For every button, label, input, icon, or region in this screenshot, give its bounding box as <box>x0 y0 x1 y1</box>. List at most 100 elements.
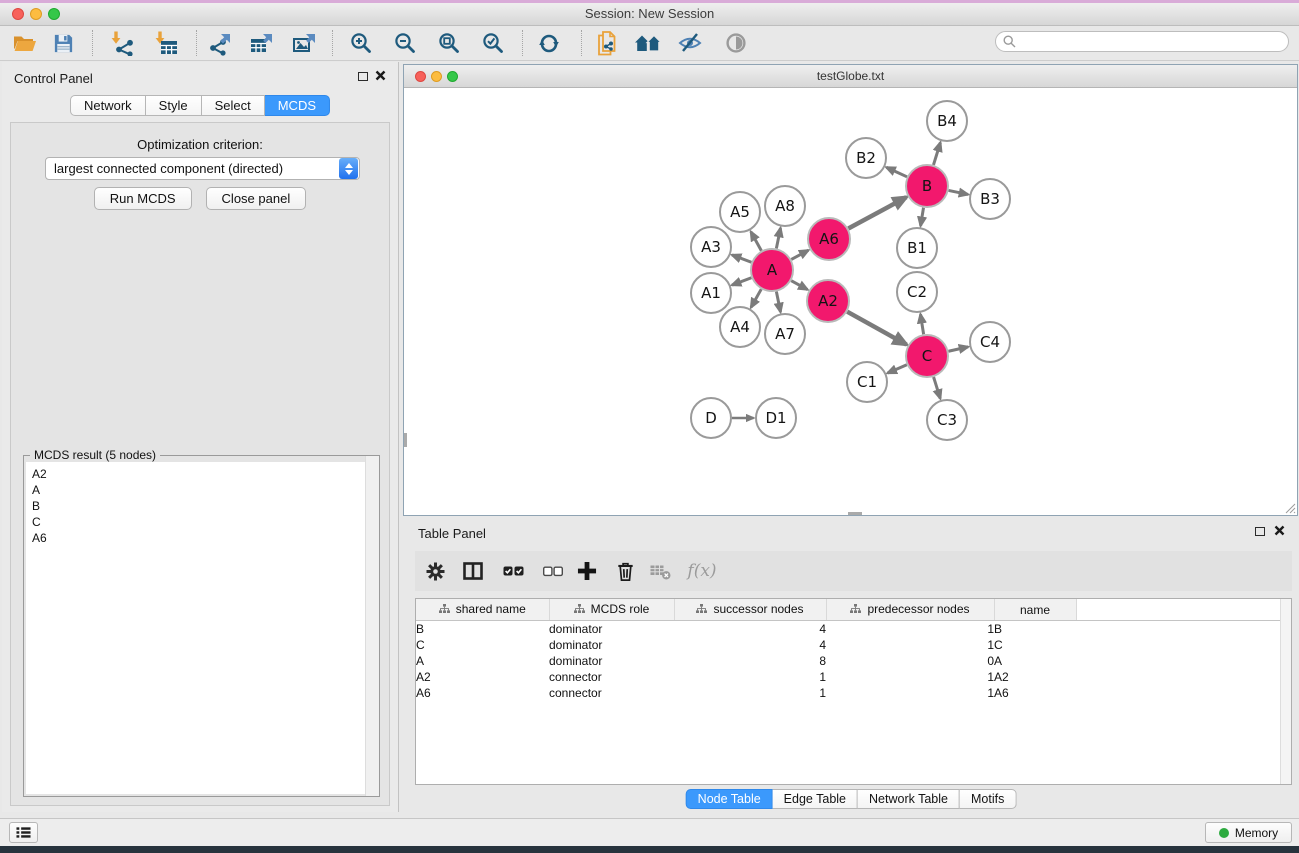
table-row[interactable]: Bdominator41B <box>416 621 1292 638</box>
close-table-panel-icon[interactable] <box>1274 525 1285 536</box>
graph-node-C1[interactable]: C1 <box>847 362 887 402</box>
network-from-selection-icon[interactable] <box>590 28 624 58</box>
graph-node-A7[interactable]: A7 <box>765 314 805 354</box>
graph-node-B[interactable]: B <box>906 165 948 207</box>
network-view[interactable]: B4 B2 B B3 B1 A6A8A5A3 A A1 A2 A4A7 C2 C4 C C1 C3 D D1 <box>404 87 1297 515</box>
export-image-icon[interactable] <box>288 28 322 58</box>
graph-node-A8[interactable]: A8 <box>765 186 805 226</box>
graph-node-C4[interactable]: C4 <box>970 322 1010 362</box>
delete-table-icon[interactable] <box>645 556 675 586</box>
memory-button[interactable]: Memory <box>1205 822 1292 843</box>
table-row[interactable]: Adominator80A <box>416 653 1292 669</box>
graph-edge-A-A5[interactable] <box>751 232 762 251</box>
graph-node-D1[interactable]: D1 <box>756 398 796 438</box>
graph-edge-A-A2[interactable] <box>791 281 807 290</box>
zoom-out-icon[interactable] <box>388 28 422 58</box>
zoom-in-icon[interactable] <box>344 28 378 58</box>
mcds-result-item[interactable]: A <box>26 482 377 498</box>
mcds-result-item[interactable]: A2 <box>26 466 377 482</box>
graph-edge-A-A4[interactable] <box>751 289 761 307</box>
graph-node-C[interactable]: C <box>906 335 948 377</box>
run-mcds-button[interactable]: Run MCDS <box>94 187 192 210</box>
graph-edge-A-A3[interactable] <box>732 255 751 262</box>
mcds-result-item[interactable]: B <box>26 498 377 514</box>
float-panel-icon[interactable] <box>358 72 368 81</box>
export-table-icon[interactable] <box>245 28 279 58</box>
tab-style[interactable]: Style <box>146 95 202 116</box>
graph-edge-A2-C[interactable] <box>847 312 906 345</box>
graph-edge-A-A6[interactable] <box>791 250 808 259</box>
graph-node-A[interactable]: A <box>751 249 793 291</box>
import-table-icon[interactable] <box>149 28 183 58</box>
add-column-icon[interactable] <box>572 556 602 586</box>
graph-edge-C-C1[interactable] <box>888 365 907 373</box>
result-scrollbar[interactable] <box>365 456 379 796</box>
panels-menu-button[interactable] <box>9 822 38 843</box>
resize-grip[interactable] <box>1283 501 1296 514</box>
graph-edge-A-A7[interactable] <box>776 292 780 312</box>
graph-node-A5[interactable]: A5 <box>720 192 760 232</box>
graph-node-A2[interactable]: A2 <box>807 280 849 322</box>
graph-node-A6[interactable]: A6 <box>808 218 850 260</box>
mcds-result-item[interactable]: A6 <box>26 530 377 546</box>
tab-network-table[interactable]: Network Table <box>858 789 960 809</box>
graph-node-A4[interactable]: A4 <box>720 307 760 347</box>
tab-select[interactable]: Select <box>202 95 265 116</box>
column-header-predecessor-nodes[interactable]: predecessor nodes <box>826 599 994 621</box>
graph-edge-B-B1[interactable] <box>921 208 924 226</box>
graph-node-B3[interactable]: B3 <box>970 179 1010 219</box>
show-columns-icon[interactable] <box>458 556 488 586</box>
table-options-icon[interactable] <box>420 556 450 586</box>
close-panel-icon[interactable] <box>375 70 386 81</box>
graph-node-A1[interactable]: A1 <box>691 273 731 313</box>
vertical-scroll-indicator[interactable] <box>404 433 407 447</box>
float-table-panel-icon[interactable] <box>1255 527 1265 536</box>
table-row[interactable]: Cdominator41C <box>416 637 1292 653</box>
tab-motifs[interactable]: Motifs <box>960 789 1016 809</box>
graph-node-C3[interactable]: C3 <box>927 400 967 440</box>
graph-edge-C-C2[interactable] <box>920 314 923 334</box>
mcds-result-item[interactable]: C <box>26 514 377 530</box>
show-graphics-details-icon[interactable] <box>719 28 753 58</box>
tab-node-table[interactable]: Node Table <box>686 789 773 809</box>
graph-node-D[interactable]: D <box>691 398 731 438</box>
column-header-shared-name[interactable]: shared name <box>416 599 549 621</box>
tab-mcds[interactable]: MCDS <box>265 95 330 116</box>
criterion-dropdown[interactable]: largest connected component (directed) <box>45 157 360 180</box>
apply-layout-icon[interactable] <box>532 28 566 58</box>
zoom-fit-icon[interactable] <box>432 28 466 58</box>
function-builder-icon[interactable]: f(x) <box>683 556 721 586</box>
tab-network[interactable]: Network <box>70 95 146 116</box>
graph-node-B4[interactable]: B4 <box>927 101 967 141</box>
deselect-all-icon[interactable] <box>538 556 568 586</box>
search-input[interactable] <box>995 31 1289 52</box>
select-all-icon[interactable] <box>498 556 528 586</box>
export-network-icon[interactable] <box>203 28 237 58</box>
close-panel-button[interactable]: Close panel <box>206 187 307 210</box>
graph-node-A3[interactable]: A3 <box>691 227 731 267</box>
zoom-selected-icon[interactable] <box>476 28 510 58</box>
tab-edge-table[interactable]: Edge Table <box>773 789 858 809</box>
graph-edge-C-C4[interactable] <box>948 347 968 351</box>
graph-edge-A-A1[interactable] <box>732 278 751 285</box>
column-header-name[interactable]: name <box>994 599 1076 621</box>
table-scrollbar[interactable] <box>1280 599 1291 784</box>
save-session-icon[interactable] <box>46 28 80 58</box>
home-icon[interactable] <box>631 28 665 58</box>
column-header-successor-nodes[interactable]: successor nodes <box>674 599 826 621</box>
horizontal-scroll-indicator[interactable] <box>848 512 862 515</box>
graph-node-B1[interactable]: B1 <box>897 228 937 268</box>
hide-graphics-details-icon[interactable] <box>673 28 707 58</box>
graph-edge-A-A8[interactable] <box>776 228 780 248</box>
graph-edge-B-B4[interactable] <box>933 143 940 165</box>
table-row[interactable]: A6connector11A6 <box>416 685 1292 701</box>
folder-open-icon[interactable] <box>8 28 42 58</box>
table-row[interactable]: A2connector11A2 <box>416 669 1292 685</box>
network-canvas[interactable]: B4 B2 B B3 B1 A6A8A5A3 A A1 A2 A4A7 C2 C4 C C1 C3 D D1 <box>404 87 1297 515</box>
graph-edge-B-B3[interactable] <box>949 190 968 194</box>
graph-edge-B-B2[interactable] <box>886 167 907 176</box>
graph-edge-C-C3[interactable] <box>934 377 941 399</box>
import-network-icon[interactable] <box>105 28 139 58</box>
graph-node-B2[interactable]: B2 <box>846 138 886 178</box>
graph-node-C2[interactable]: C2 <box>897 272 937 312</box>
